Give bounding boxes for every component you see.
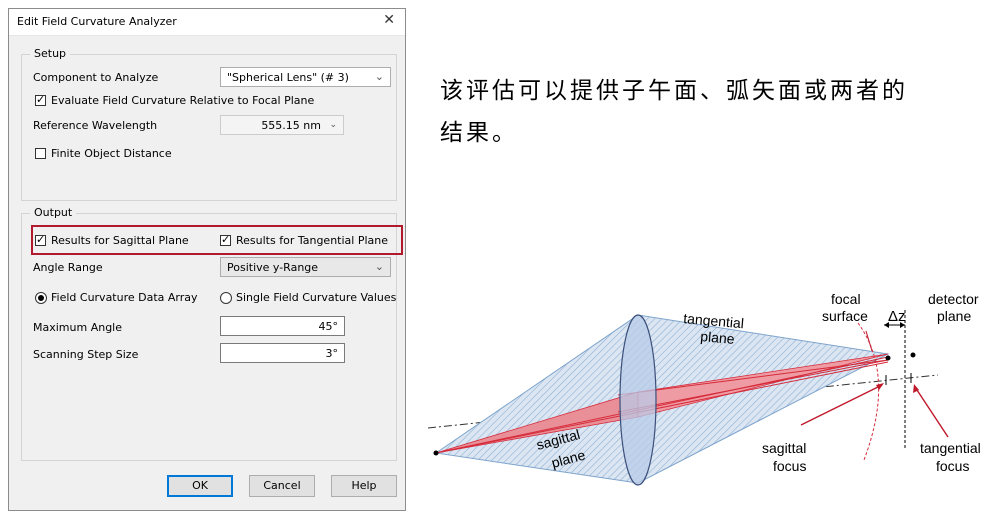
data-array-radio[interactable]	[35, 292, 47, 304]
component-label: Component to Analyze	[33, 71, 159, 84]
detector-plane-label-2: plane	[937, 308, 971, 324]
detector-point	[910, 352, 916, 358]
reference-wavelength-select[interactable]: 555.15 nm ⌄	[220, 115, 344, 135]
tangential-focus-arrow	[914, 386, 949, 438]
angle-range-select[interactable]: Positive y-Range ⌄	[220, 257, 391, 277]
angle-range-label: Angle Range	[33, 261, 103, 274]
description-line-2: 结果。	[440, 120, 518, 146]
evaluate-relative-label: Evaluate Field Curvature Relative to Foc…	[51, 94, 315, 107]
object-point	[433, 450, 439, 456]
field-curvature-dialog: Edit Field Curvature Analyzer ✕ Setup Co…	[8, 8, 406, 511]
tangential-plane-label: Results for Tangential Plane	[236, 234, 389, 247]
reference-wavelength-value: 555.15 nm	[261, 119, 321, 132]
sagittal-plane-checkbox[interactable]: ✓	[35, 233, 46, 246]
scanning-step-label: Scanning Step Size	[33, 348, 139, 361]
checkmark-icon: ✓	[221, 233, 231, 246]
component-select-value: "Spherical Lens" (# 3)	[227, 71, 349, 84]
dialog-titlebar: Edit Field Curvature Analyzer ✕	[9, 9, 405, 36]
focal-surface-label-1: focal	[831, 291, 861, 307]
component-select[interactable]: "Spherical Lens" (# 3) ⌄	[220, 67, 391, 87]
reference-wavelength-label: Reference Wavelength	[33, 119, 158, 132]
arrowhead-icon	[876, 383, 884, 390]
description-text: 该评估可以提供子午面、弧矢面或两者的 结果。	[440, 70, 995, 154]
checkmark-icon: ✓	[36, 93, 46, 106]
focal-surface-label-2: surface	[822, 308, 868, 324]
detector-plane-label-1: detector	[928, 291, 979, 307]
chevron-down-icon: ⌄	[374, 260, 384, 273]
description-line-1: 该评估可以提供子午面、弧矢面或两者的	[440, 78, 908, 104]
data-array-label: Field Curvature Data Array	[51, 291, 198, 304]
radio-dot-icon	[38, 295, 44, 301]
close-icon[interactable]: ✕	[383, 12, 395, 28]
setup-group-title: Setup	[30, 47, 71, 60]
single-values-label: Single Field Curvature Values	[236, 291, 397, 304]
maximum-angle-value: 45°	[318, 320, 339, 333]
sagittal-focus-label-2: focus	[773, 458, 806, 474]
cancel-button[interactable]: Cancel	[249, 475, 315, 497]
chevron-down-icon: ⌄	[374, 70, 384, 83]
tangential-plane-label-2: plane	[700, 328, 736, 347]
maximum-angle-label: Maximum Angle	[33, 321, 122, 334]
angle-range-value: Positive y-Range	[227, 261, 319, 274]
scanning-step-value: 3°	[325, 347, 339, 360]
maximum-angle-input[interactable]: 45°	[220, 316, 345, 336]
sagittal-focus-label-1: sagittal	[762, 440, 806, 456]
chevron-down-icon: ⌄	[329, 120, 337, 130]
tangential-focus-label-2: focus	[936, 458, 969, 474]
help-button[interactable]: Help	[331, 475, 397, 497]
sagittal-plane-label: Results for Sagittal Plane	[51, 234, 189, 247]
single-values-radio[interactable]	[220, 292, 232, 304]
finite-object-checkbox[interactable]	[35, 148, 46, 159]
checkmark-icon: ✓	[36, 233, 46, 246]
tangential-focus-label-1: tangential	[920, 440, 981, 456]
output-group-title: Output	[30, 206, 77, 219]
scanning-step-input[interactable]: 3°	[220, 343, 345, 363]
field-curvature-diagram: tangential plane sagittal plane focal su…	[427, 291, 981, 486]
delta-z-label: Δz	[888, 308, 906, 325]
focal-surface-arrow	[865, 330, 873, 352]
evaluate-relative-checkbox[interactable]: ✓	[35, 93, 46, 106]
tangential-focus-point	[885, 355, 891, 361]
tangential-plane-checkbox[interactable]: ✓	[220, 233, 231, 246]
ok-button[interactable]: OK	[167, 475, 233, 497]
finite-object-label: Finite Object Distance	[51, 147, 172, 160]
dialog-title: Edit Field Curvature Analyzer	[17, 15, 177, 28]
spherical-lens	[619, 314, 657, 486]
